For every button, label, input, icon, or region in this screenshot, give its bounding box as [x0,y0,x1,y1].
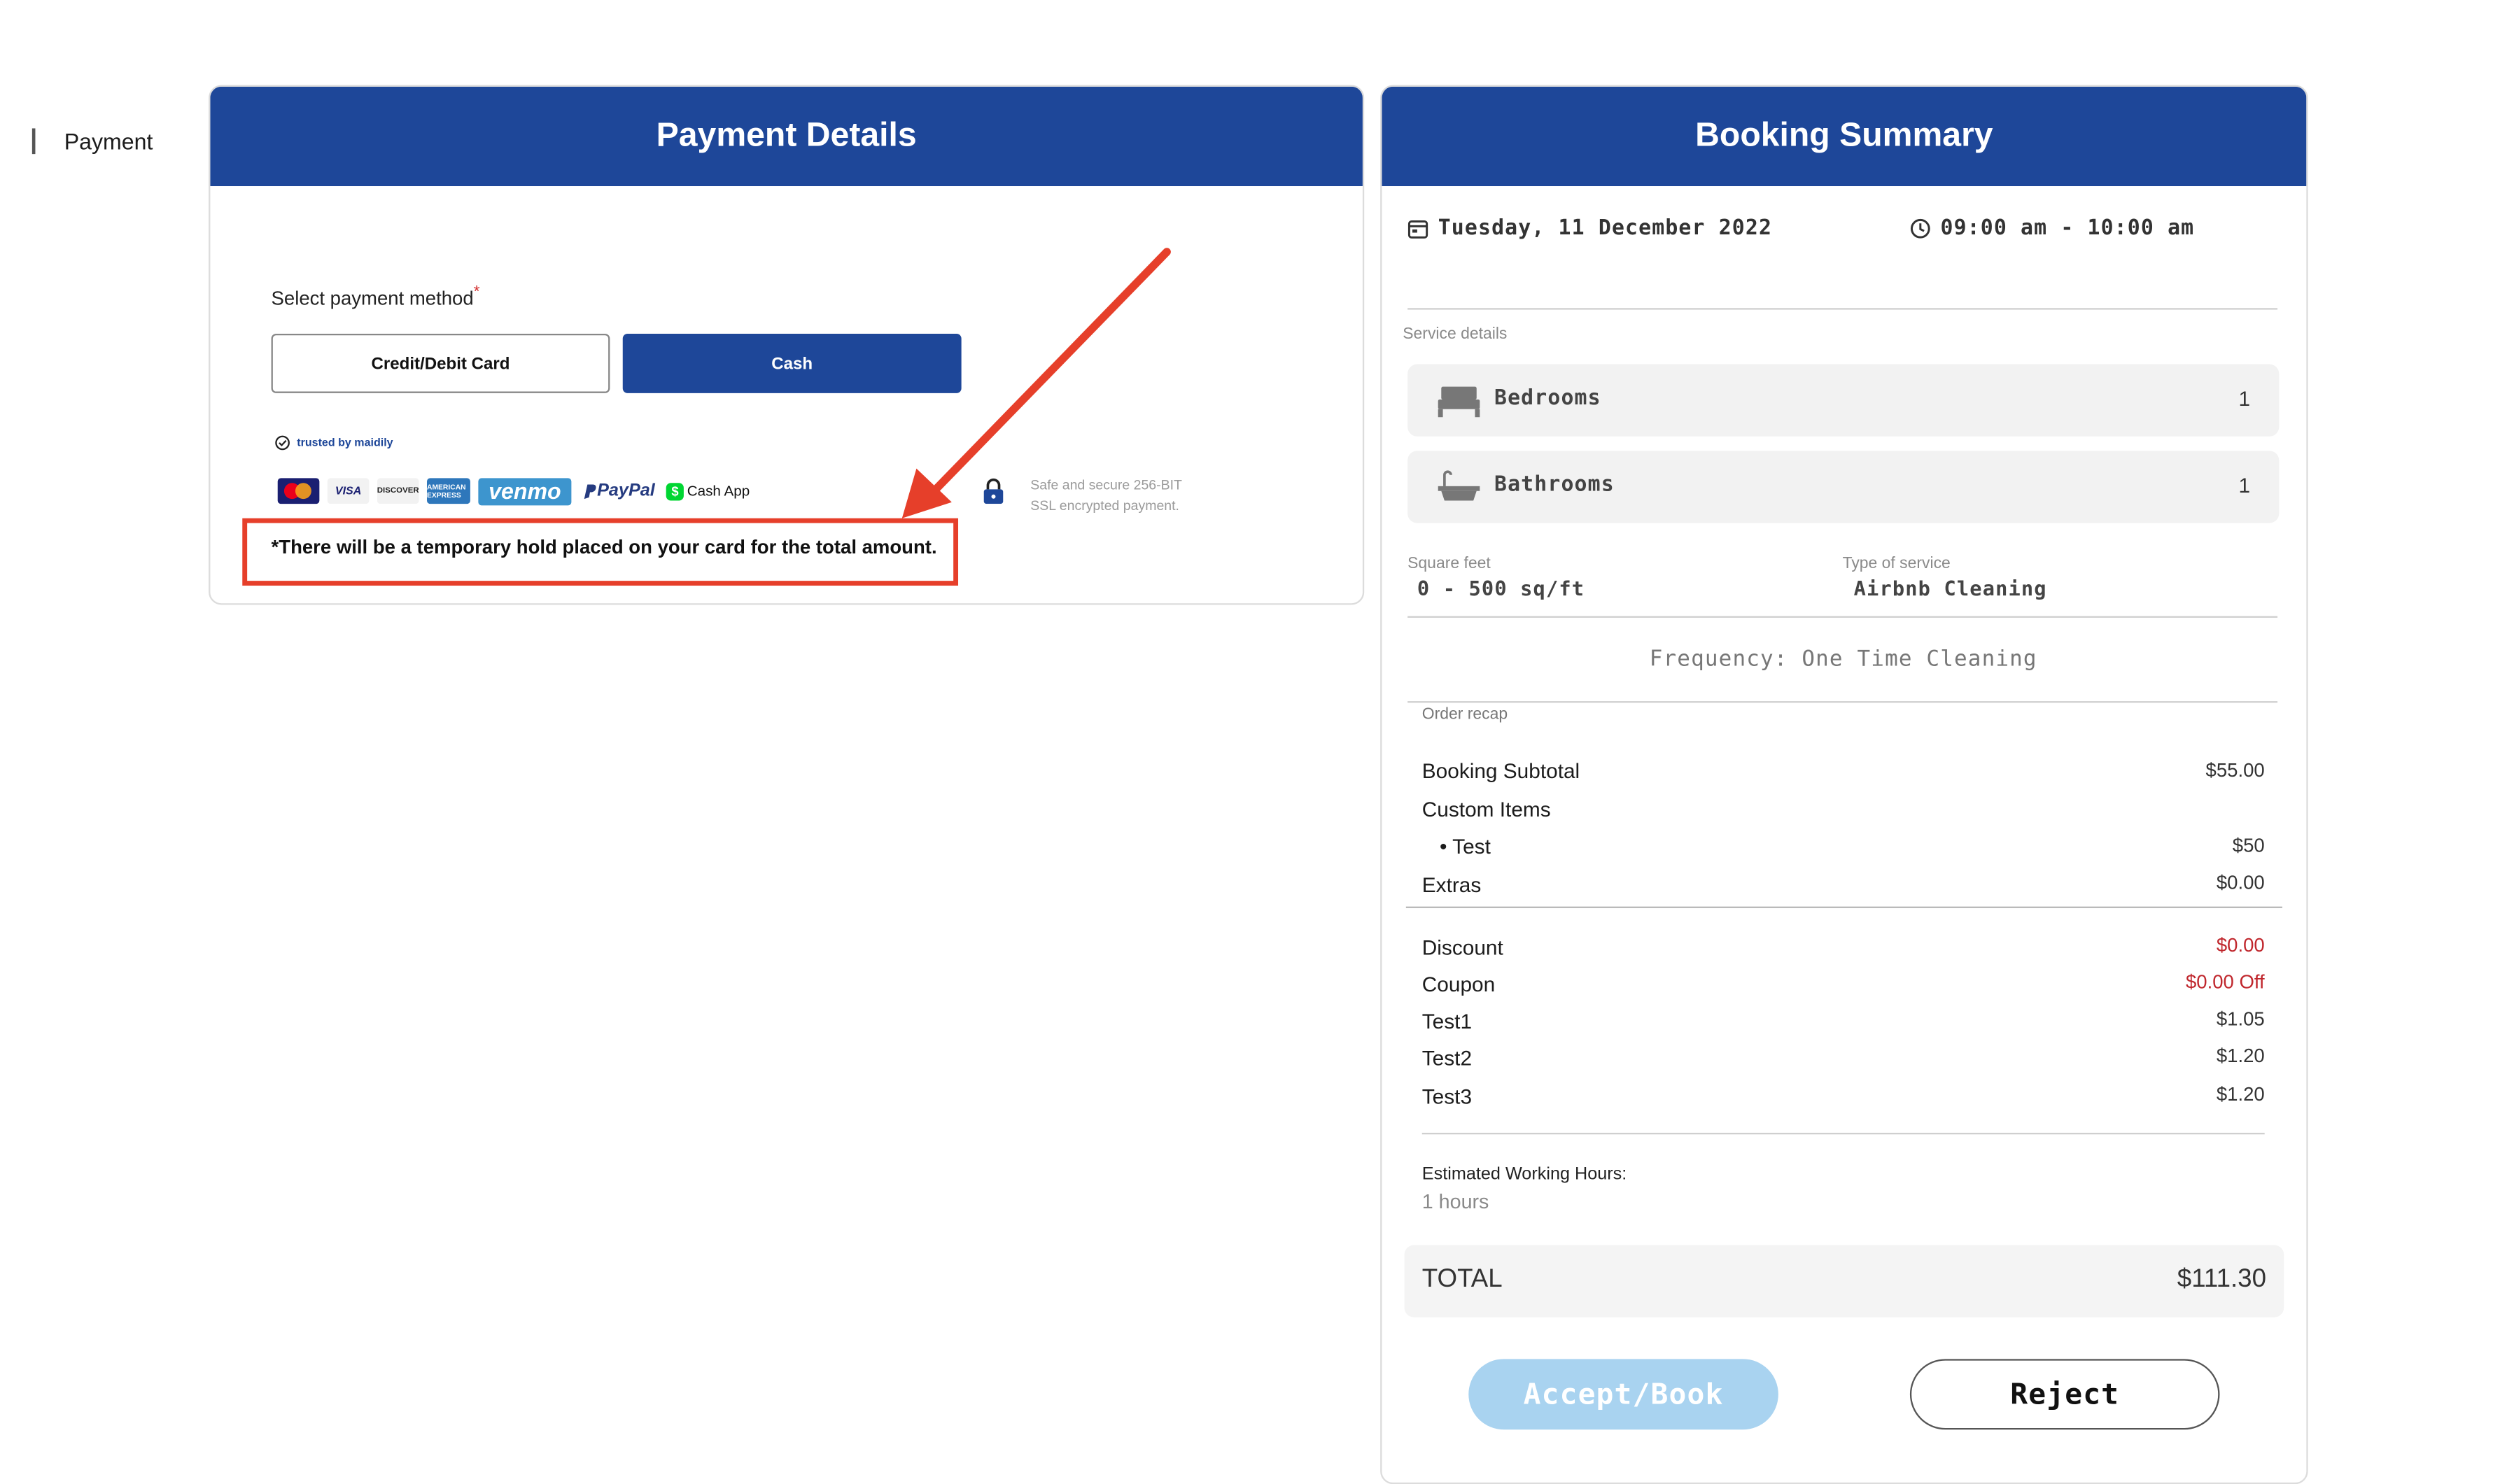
paypal-mark-icon [584,483,596,499]
square-feet-value: 0 - 500 sq/ft [1417,576,1585,600]
square-feet-label: Square feet [1407,555,1491,573]
test2-value: $1.20 [2216,1044,2265,1067]
divider [1421,1132,2265,1135]
required-mark: * [473,283,480,302]
coupon-value: $0.00 Off [2185,970,2265,994]
amex-logo-icon: AMERICAN EXPRESS [426,478,470,504]
secure-payment-note: Safe and secure 256-BIT SSL encrypted pa… [1030,475,1223,517]
mastercard-logo-icon [277,478,320,504]
frequency-text: Frequency: One Time Cleaning [1649,646,2037,672]
payment-logos: VISA DISCOVER AMERICAN EXPRESS venmo Pay… [277,476,750,505]
clock-icon [1910,218,1930,239]
discount-value: $0.00 [2216,933,2265,956]
paypal-logo-icon: PayPal [580,478,659,504]
payment-method-label: Select payment method* [272,284,480,310]
booking-time-text: 09:00 am - 10:00 am [1940,216,2195,241]
secure-line-2: SSL encrypted payment. [1030,497,1179,514]
secure-line-1: Safe and secure 256-BIT [1030,476,1182,493]
discount-label: Discount [1421,935,1503,960]
custom-item-test-label: • Test [1440,834,1491,858]
service-row-bathrooms: Bathrooms 1 [1407,451,2280,523]
payment-method-text: Select payment method [271,287,474,310]
bed-icon [1438,386,1480,418]
page: Payment Details Payment Select payment m… [0,0,2507,1484]
discover-logo-icon: DISCOVER [377,478,419,504]
custom-items-label: Custom Items [1421,797,1551,822]
venmo-logo-icon: venmo [478,477,572,505]
test2-label: Test2 [1421,1046,1473,1070]
divider [1407,308,2278,310]
paypal-text: PayPal [597,481,655,501]
trusted-badge: trusted by maidily [274,434,393,451]
service-type-value: Airbnb Cleaning [1853,576,2047,600]
check-circle-icon [275,435,290,451]
total-label: TOTAL [1421,1266,1503,1294]
total-value: $111.30 [2177,1266,2266,1294]
accept-book-button[interactable]: Accept/Book [1468,1359,1778,1430]
lock-icon [983,478,1004,504]
divider [1407,616,2278,618]
divider [1407,701,2278,703]
hold-notice-text: *There will be a temporary hold placed o… [271,535,937,559]
service-type-label: Type of service [1842,555,1951,573]
order-recap-label: Order recap [1421,706,1508,724]
working-hours-label: Estimated Working Hours: [1421,1164,1627,1185]
extras-label: Extras [1421,872,1482,897]
calendar-icon [1407,220,1428,239]
service-value: 1 [2238,473,2251,497]
payment-section-label: Payment [31,128,153,155]
credit-debit-card-button[interactable]: Credit/Debit Card [271,333,610,393]
test1-label: Test1 [1421,1009,1473,1033]
cash-button[interactable]: Cash [622,333,962,393]
cash-app-mark-icon: $ [666,482,684,500]
booking-date: Tuesday, 11 December 2022 [1407,217,1772,241]
bathtub-icon [1438,470,1480,501]
service-value: 1 [2238,386,2251,411]
payment-details-header: Payment Details [210,86,1363,187]
service-details-label: Service details [1403,325,1508,344]
test1-value: $1.05 [2216,1008,2265,1031]
working-hours-value: 1 hours [1421,1190,1489,1213]
service-name: Bathrooms [1494,473,1615,497]
subtotal-value: $55.00 [2205,758,2265,782]
cash-app-logo-icon: $ Cash App [666,482,750,500]
service-row-bedrooms: Bedrooms 1 [1407,364,2280,437]
booking-time: 09:00 am - 10:00 am [1910,217,2194,241]
subtotal-label: Booking Subtotal [1421,758,1580,784]
total-row: TOTAL $111.30 [1404,1245,2284,1317]
extras-value: $0.00 [2216,871,2265,894]
custom-item-test-value: $50 [2232,834,2265,857]
reject-button[interactable]: Reject [1909,1359,2220,1430]
booking-summary-header: Booking Summary [1382,86,2307,187]
booking-date-text: Tuesday, 11 December 2022 [1438,216,1773,241]
coupon-label: Coupon [1421,972,1496,997]
service-name: Bedrooms [1494,386,1601,411]
trusted-text: trusted by maidily [297,437,393,448]
cash-app-text: Cash App [687,483,750,500]
test3-value: $1.20 [2216,1082,2265,1106]
test3-label: Test3 [1421,1084,1473,1109]
divider [1405,906,2282,908]
visa-logo-icon: VISA [327,478,370,504]
